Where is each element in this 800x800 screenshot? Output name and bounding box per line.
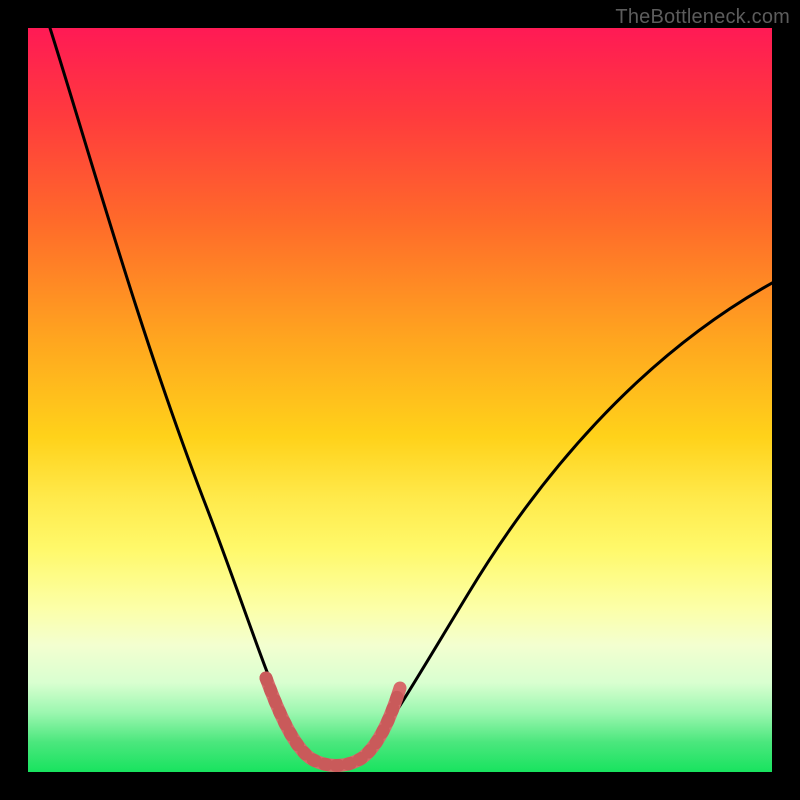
chart-frame: TheBottleneck.com — [0, 0, 800, 800]
watermark-text: TheBottleneck.com — [615, 6, 790, 29]
plot-area — [28, 28, 772, 772]
curve-main-path — [50, 28, 772, 764]
curve-highlight-dots — [266, 678, 400, 766]
bottleneck-curve — [28, 28, 772, 772]
